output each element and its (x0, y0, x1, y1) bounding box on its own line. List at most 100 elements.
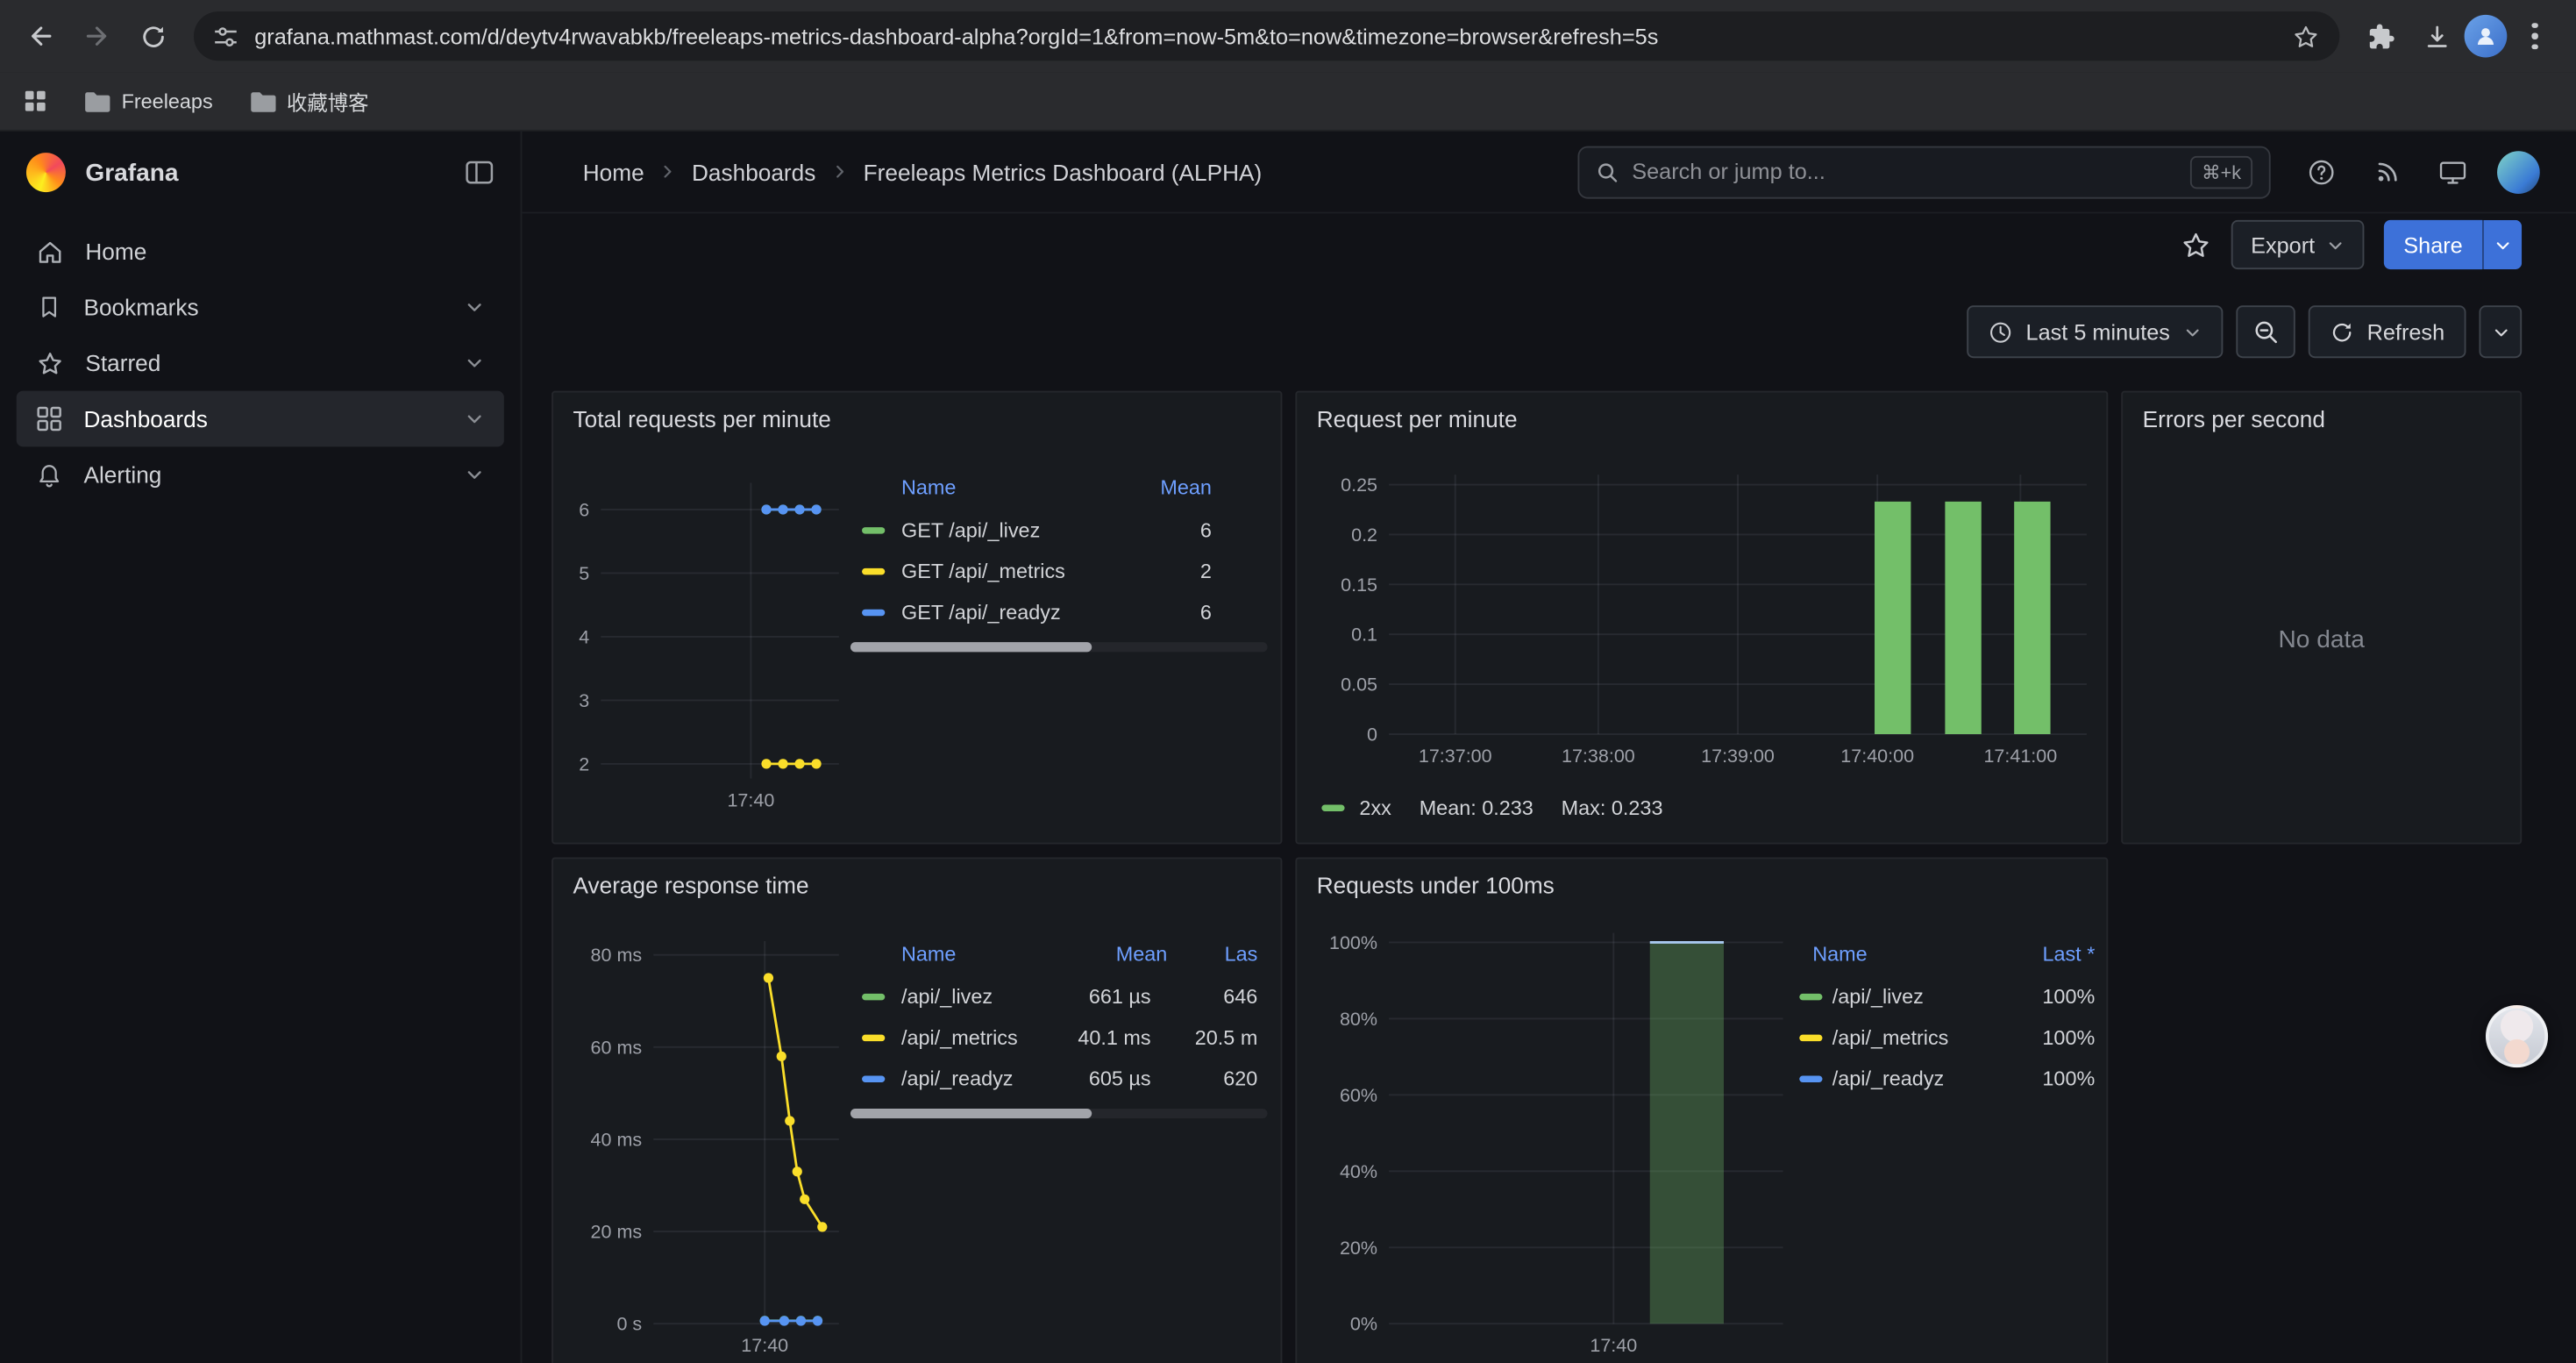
sidebar-item-starred[interactable]: Starred (17, 335, 504, 391)
zoom-out-button[interactable] (2236, 305, 2295, 358)
panel-title[interactable]: Errors per second (2123, 393, 2520, 432)
dock-sidebar-icon[interactable] (465, 160, 495, 186)
refresh-label: Refresh (2367, 319, 2445, 344)
series-name[interactable]: GET /api/_metrics (901, 560, 1097, 582)
legend-row[interactable]: GET /api/_readyz 6 (850, 591, 1268, 632)
favorite-star-icon[interactable] (2181, 229, 2212, 260)
back-icon[interactable] (13, 8, 69, 64)
legend-row[interactable]: GET /api/_metrics 2 (850, 550, 1268, 591)
legend-inline[interactable]: 2xx Mean: 0.233 Max: 0.233 (1321, 796, 1662, 819)
breadcrumb: Home Dashboards Freeleaps Metrics Dashbo… (583, 159, 1263, 185)
chevron-down-icon[interactable] (465, 297, 484, 317)
series-name[interactable]: /api/_metrics (1832, 1025, 1987, 1048)
search-icon (1596, 161, 1619, 183)
series-name[interactable]: /api/_livez (901, 985, 1026, 1008)
refresh-interval-button[interactable] (2479, 305, 2522, 358)
legend-row[interactable]: /api/_metrics 100% (1799, 1017, 2095, 1058)
legend-header-last[interactable]: Las (1167, 943, 1257, 966)
chevron-down-icon[interactable] (465, 409, 484, 428)
legend-table: Name Mean GET /api/_livez 6 GET /api/_me… (850, 467, 1268, 653)
clock-icon (1988, 319, 2012, 344)
chevron-down-icon[interactable] (465, 353, 484, 373)
bookmark-folder-freeleaps[interactable]: Freeleaps (83, 89, 212, 112)
series-name[interactable]: GET /api/_livez (901, 518, 1097, 541)
forward-icon[interactable] (69, 8, 125, 64)
search-input[interactable] (1632, 160, 2177, 184)
share-menu-button[interactable] (2482, 220, 2522, 269)
main-area: Home Dashboards Freeleaps Metrics Dashbo… (522, 132, 2575, 1363)
legend-scrollbar-thumb[interactable] (850, 1109, 1092, 1118)
svg-text:80 ms: 80 ms (591, 945, 643, 966)
svg-text:0.2: 0.2 (1351, 525, 1377, 546)
legend-row[interactable]: /api/_readyz 605 µs 620 (850, 1058, 1268, 1099)
downloads-icon[interactable] (2409, 8, 2465, 64)
series-name[interactable]: /api/_readyz (1832, 1067, 1987, 1089)
profile-avatar[interactable] (2465, 15, 2508, 58)
svg-text:5: 5 (579, 563, 589, 584)
svg-text:4: 4 (579, 626, 589, 647)
dashboards-icon (36, 406, 62, 432)
svg-text:80%: 80% (1340, 1009, 1377, 1030)
grafana-logo[interactable] (26, 153, 66, 192)
url-bar[interactable]: grafana.mathmast.com/d/deytv4rwavabkb/fr… (194, 11, 2339, 61)
chevron-right-icon (830, 162, 849, 181)
sidebar-item-dashboards[interactable]: Dashboards (17, 391, 504, 447)
sidebar-item-home[interactable]: Home (17, 224, 504, 280)
legend-header-last[interactable]: Last * (1996, 943, 2095, 966)
site-settings-icon[interactable] (213, 24, 238, 48)
share-button[interactable]: Share (2384, 220, 2482, 269)
export-label: Export (2251, 232, 2315, 257)
legend-header-name[interactable]: Name (1812, 943, 1996, 966)
series-name[interactable]: 2xx (1359, 796, 1391, 819)
chevron-down-icon[interactable] (465, 465, 484, 484)
panel-requests-under-100ms: Requests under 100ms 100%80%60%40%20%0%1… (1295, 857, 2108, 1363)
svg-text:0.05: 0.05 (1341, 674, 1377, 696)
url-text[interactable]: grafana.mathmast.com/d/deytv4rwavabkb/fr… (254, 24, 2275, 48)
request-per-minute-chart[interactable]: 0.250.20.150.10.05017:37:0017:38:0017:39… (1297, 393, 2110, 846)
share-label: Share (2403, 232, 2462, 257)
extensions-icon[interactable] (2352, 8, 2409, 64)
series-name[interactable]: /api/_readyz (901, 1067, 1026, 1089)
series-name[interactable]: /api/_livez (1832, 985, 1987, 1008)
reload-icon[interactable] (125, 8, 181, 64)
refresh-button[interactable]: Refresh (2308, 305, 2466, 358)
legend-row[interactable]: /api/_livez 100% (1799, 975, 2095, 1017)
svg-text:2: 2 (579, 753, 589, 774)
breadcrumb-dashboards[interactable]: Dashboards (692, 159, 815, 185)
sidebar-item-bookmarks[interactable]: Bookmarks (17, 279, 504, 335)
bookmark-folder-blogs[interactable]: 收藏博客 (249, 85, 369, 117)
monitor-icon[interactable] (2431, 150, 2474, 193)
series-mean: 6 (1114, 600, 1212, 623)
legend-header-name[interactable]: Name (901, 476, 1114, 499)
bookmark-star-icon[interactable] (2292, 22, 2320, 50)
legend-row[interactable]: /api/_metrics 40.1 ms 20.5 m (850, 1017, 1268, 1058)
legend-row[interactable]: /api/_readyz 100% (1799, 1058, 2095, 1099)
series-swatch (862, 1075, 885, 1081)
sidebar-item-alerting[interactable]: Alerting (17, 446, 504, 503)
search-bar[interactable]: ⌘+k (1577, 146, 2270, 198)
breadcrumb-current: Freeleaps Metrics Dashboard (ALPHA) (864, 159, 1263, 185)
legend-row[interactable]: GET /api/_livez 6 (850, 509, 1268, 550)
dashboard-actions: Export Share (522, 213, 2575, 275)
browser-menu-icon[interactable] (2507, 8, 2563, 64)
series-name[interactable]: /api/_metrics (901, 1025, 1026, 1048)
legend-scrollbar-thumb[interactable] (850, 642, 1092, 652)
legend-row[interactable]: /api/_livez 661 µs 646 (850, 975, 1268, 1017)
export-button[interactable]: Export (2231, 220, 2365, 269)
series-mean: 6 (1114, 518, 1212, 541)
news-rss-icon[interactable] (2366, 150, 2409, 193)
series-mean: Mean: 0.233 (1420, 796, 1534, 819)
time-range-picker[interactable]: Last 5 minutes (1967, 305, 2223, 358)
svg-text:60 ms: 60 ms (591, 1037, 643, 1058)
breadcrumb-home[interactable]: Home (583, 159, 644, 185)
legend-table: Name Mean Las /api/_livez 661 µs 646 (850, 933, 1268, 1119)
floating-assistant-avatar[interactable] (2486, 1005, 2548, 1067)
panel-total-requests: Total requests per minute 6543217:40 Nam… (551, 391, 1282, 845)
apps-grid-icon[interactable] (23, 89, 47, 113)
help-icon[interactable] (2300, 150, 2343, 193)
user-avatar[interactable] (2497, 150, 2540, 193)
legend-header-mean[interactable]: Mean (1059, 943, 1168, 966)
series-name[interactable]: GET /api/_readyz (901, 600, 1097, 623)
legend-header-name[interactable]: Name (901, 943, 1059, 966)
legend-header-mean[interactable]: Mean (1114, 476, 1212, 499)
